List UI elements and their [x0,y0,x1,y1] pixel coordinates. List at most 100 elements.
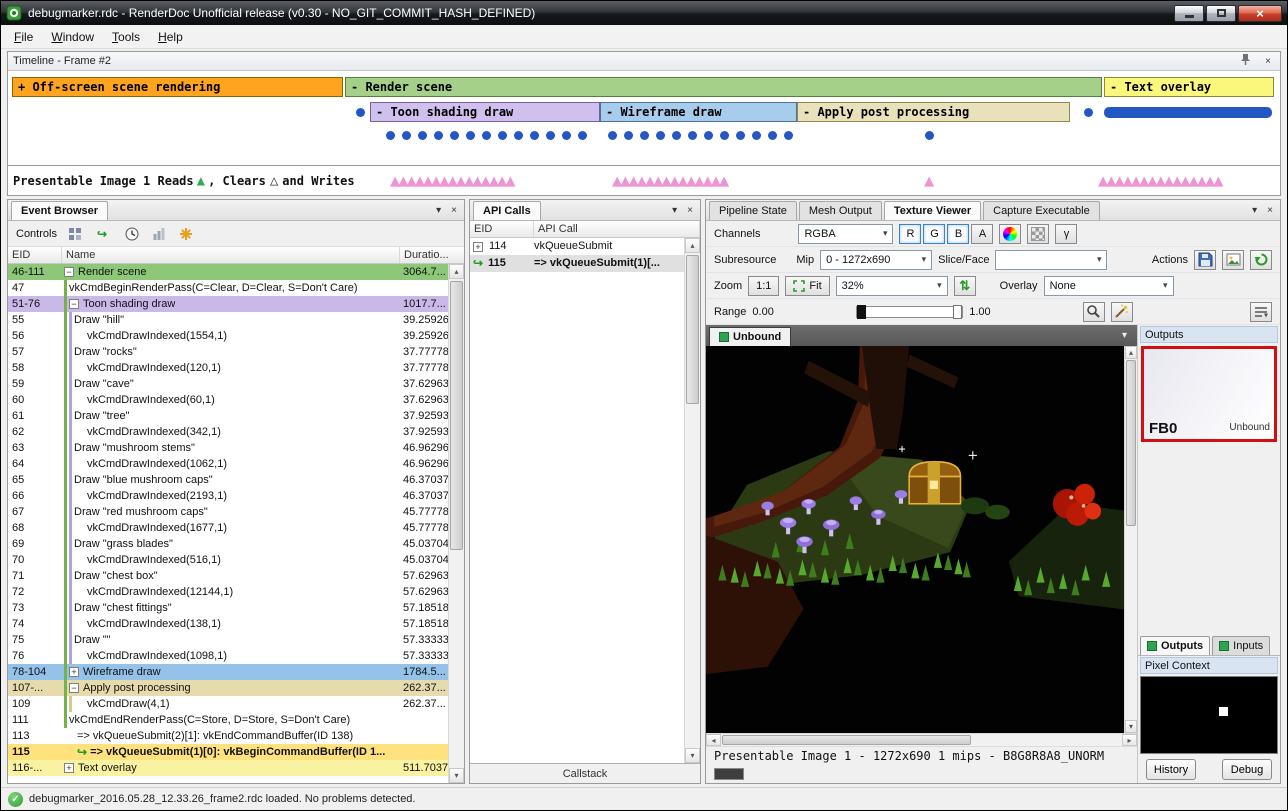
maximize-button[interactable] [1206,5,1236,22]
column-api-call[interactable]: API Call [534,221,700,237]
debug-button[interactable]: Debug [1222,759,1272,780]
gamma-button[interactable]: γ [1055,224,1077,244]
expander-icon[interactable]: + [64,763,74,773]
event-row[interactable]: 115↪=> vkQueueSubmit(1)[0]: vkBeginComma… [8,744,448,760]
draw-marker-dot[interactable] [704,131,713,140]
mip-select[interactable]: 0 - 1272x690 ▾ [820,250,932,270]
event-row[interactable]: 46-111−Render scene3064.7... [8,264,448,280]
viewport-vscrollbar[interactable]: ▴ ▾ [1124,346,1137,733]
draw-marker-dot[interactable] [418,131,427,140]
timeline-bar[interactable]: - Wireframe draw [600,102,797,122]
expander-icon[interactable]: + [69,667,79,677]
fit-button[interactable]: Fit [785,276,829,296]
draw-marker-dot[interactable] [434,131,443,140]
draw-marker-dot[interactable] [386,131,395,140]
menu-file[interactable]: File [5,27,42,47]
draw-marker-dot[interactable] [925,131,934,140]
range-options-button[interactable] [1250,302,1272,322]
write-marker-group[interactable]: ▲ [924,170,932,192]
event-row[interactable]: 73Draw "chest fittings"57.18518 [8,600,448,616]
range-min-handle[interactable] [857,305,866,319]
save-texture-button[interactable] [1194,250,1216,270]
api-calls-menu-icon[interactable]: ▾ [668,204,681,217]
event-row[interactable]: 111vkCmdEndRenderPass(C=Store, D=Store, … [8,712,448,728]
menu-tools[interactable]: Tools [103,27,149,47]
timeline-bar[interactable]: - Toon shading draw [370,102,600,122]
channel-r-button[interactable]: R [899,224,921,244]
open-texture-list-button[interactable] [1222,250,1244,270]
timeline-body[interactable]: + Off-screen scene rendering- Render sce… [8,71,1280,195]
event-row[interactable]: 75Draw ""57.33333 [8,632,448,648]
pixel-context-view[interactable] [1140,676,1278,754]
event-row[interactable]: 109vkCmdDraw(4,1)262.37... [8,696,448,712]
flush-star-icon[interactable] [177,225,195,243]
write-marker-group[interactable]: ▲▲▲▲▲▲▲▲▲▲▲▲▲▲ [612,170,727,192]
draw-marker-dot[interactable] [578,131,587,140]
draw-marker-dot[interactable] [688,131,697,140]
tab-inputs[interactable]: Inputs [1212,636,1270,655]
scroll-thumb[interactable] [722,735,971,745]
event-row[interactable]: 76vkCmdDrawIndexed(1098,1)57.33333 [8,648,448,664]
event-row[interactable]: 78-104+Wireframe draw1784.5... [8,664,448,680]
timeline-bar[interactable]: - Render scene [345,77,1102,97]
draw-marker-dot[interactable] [514,131,523,140]
column-duration[interactable]: Duratio... [400,247,464,263]
column-api-eid[interactable]: EID [470,221,534,237]
expander-icon[interactable]: + [473,242,483,252]
minimize-button[interactable] [1174,5,1204,22]
zoom-select[interactable]: 32% ▾ [836,276,948,296]
api-call-row[interactable]: +114vkQueueSubmit [470,238,684,255]
column-eid[interactable]: EID [8,247,62,263]
event-row[interactable]: 116-...+Text overlay511.7037 [8,760,448,776]
flip-y-button[interactable]: ⇅ [954,276,976,296]
event-row[interactable]: 51-76−Toon shading draw1017.7... [8,296,448,312]
channel-b-button[interactable]: B [947,224,969,244]
scroll-up-icon[interactable]: ▴ [1125,346,1137,359]
expander-icon[interactable]: − [64,267,74,277]
scroll-up-icon[interactable]: ▴ [449,264,464,279]
event-row[interactable]: 61Draw "tree"37.92593 [8,408,448,424]
draw-marker-dot[interactable] [530,131,539,140]
write-marker-group[interactable]: ▲▲▲▲▲▲▲▲▲▲▲▲▲▲▲ [1098,170,1222,192]
timeline-bar[interactable]: - Text overlay [1104,77,1274,97]
event-row[interactable]: 47vkCmdBeginRenderPass(C=Clear, D=Clear,… [8,280,448,296]
channels-select[interactable]: RGBA ▾ [798,224,893,244]
draw-marker-dot[interactable] [608,131,617,140]
range-slider[interactable] [856,306,963,318]
refresh-button[interactable] [1250,250,1272,270]
tab-event-browser[interactable]: Event Browser [11,201,108,220]
menu-help[interactable]: Help [149,27,192,47]
event-row[interactable]: 65Draw "blue mushroom caps"46.37037 [8,472,448,488]
draw-marker-pill[interactable] [1104,107,1272,118]
scroll-left-icon[interactable]: ◂ [706,734,721,746]
draw-marker-dot[interactable] [656,131,665,140]
event-row[interactable]: 68vkCmdDrawIndexed(1677,1)45.77778 [8,520,448,536]
api-call-row[interactable]: ↪115=> vkQueueSubmit(1)[... [470,255,684,272]
texture-list-dropdown-icon[interactable]: ▾ [1115,330,1134,341]
event-row[interactable]: 57Draw "rocks"37.77778 [8,344,448,360]
expander-icon[interactable]: − [69,683,79,693]
draw-marker-dot[interactable] [466,131,475,140]
draw-marker-dot[interactable] [562,131,571,140]
draw-marker-dot[interactable] [402,131,411,140]
callstack-section[interactable]: Callstack [470,763,700,783]
checkerboard-button[interactable] [1027,224,1049,244]
event-row[interactable]: 59Draw "cave"37.62963 [8,376,448,392]
draw-marker-dot[interactable] [482,131,491,140]
event-row[interactable]: 72vkCmdDrawIndexed(12144,1)57.62963 [8,584,448,600]
timeline-close-icon[interactable]: × [1261,55,1275,68]
event-row[interactable]: 58vkCmdDrawIndexed(120,1)37.77778 [8,360,448,376]
draw-marker-dot[interactable] [752,131,761,140]
draw-marker-dot[interactable] [546,131,555,140]
scroll-thumb[interactable] [1126,360,1136,526]
api-calls-close-icon[interactable]: × [683,204,697,217]
tab-pipeline-state[interactable]: Pipeline State [709,201,797,220]
fb0-thumbnail[interactable]: FB0 Unbound [1141,346,1277,442]
texture-tab-unbound[interactable]: Unbound [709,327,791,346]
range-max-handle[interactable] [953,305,962,319]
menu-window[interactable]: Window [42,27,103,47]
event-browser-close-icon[interactable]: × [447,204,461,217]
jump-to-event-icon[interactable]: ↪ [93,225,111,243]
history-button[interactable]: History [1146,759,1196,780]
draw-marker-dot[interactable] [450,131,459,140]
